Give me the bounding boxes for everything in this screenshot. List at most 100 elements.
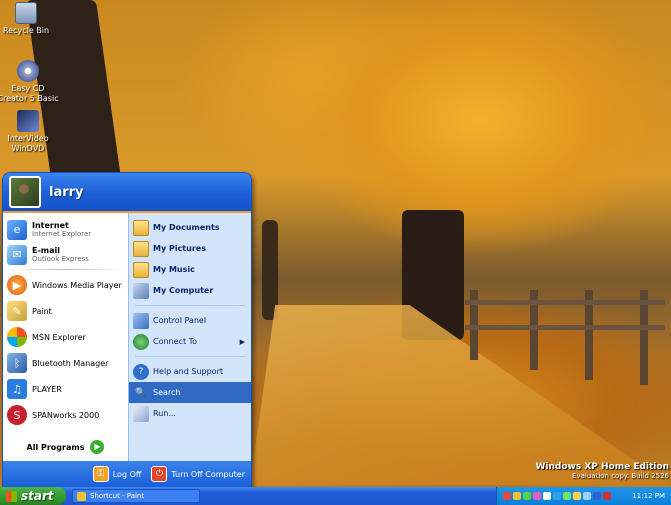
wallpaper-fence-rail xyxy=(465,325,665,330)
music-note-icon: ♫ xyxy=(7,379,27,399)
start-item-label: Paint xyxy=(32,306,52,316)
tray-app-icon[interactable] xyxy=(553,492,561,500)
start-item-player[interactable]: ♫ PLAYER xyxy=(3,376,128,402)
help-icon: ? xyxy=(133,363,149,380)
cd-icon xyxy=(17,60,39,82)
start-item-subtitle: Outlook Express xyxy=(32,255,89,263)
start-item-email[interactable]: ✉ E-mail Outlook Express xyxy=(3,242,128,267)
recycle-bin-icon xyxy=(15,2,37,24)
watermark-edition: Windows XP Home Edition xyxy=(535,462,669,472)
user-name: larry xyxy=(49,184,84,200)
start-button[interactable]: start xyxy=(0,487,66,505)
start-item-my-computer[interactable]: My Computer xyxy=(129,280,251,301)
desktop-icon-easy-cd-creator[interactable]: Easy CD Creator 5 Basic xyxy=(0,60,60,104)
all-programs-button[interactable]: All Programs ▶ xyxy=(3,433,128,461)
start-item-my-documents[interactable]: My Documents xyxy=(129,217,251,238)
spanworks-icon: S xyxy=(7,405,27,425)
watermark-build: Evaluation copy. Build 2526 xyxy=(572,472,669,480)
power-icon: ⏻ xyxy=(151,466,168,482)
start-item-title: Internet xyxy=(32,221,69,230)
start-item-label: Windows Media Player xyxy=(32,280,122,290)
paint-icon: ✎ xyxy=(7,301,27,321)
control-panel-icon xyxy=(133,312,149,329)
clock[interactable]: 11:12 PM xyxy=(632,492,665,500)
start-menu-left-pane: e Internet Internet Explorer ✉ E-mail Ou… xyxy=(3,213,128,461)
task-label: Shortcut - Paint xyxy=(90,492,145,500)
tray-app-icon[interactable] xyxy=(503,492,511,500)
start-item-control-panel[interactable]: Control Panel xyxy=(129,310,251,331)
tray-app-icon[interactable] xyxy=(563,492,571,500)
paint-icon xyxy=(77,491,86,501)
start-item-help-and-support[interactable]: ? Help and Support xyxy=(129,361,251,382)
start-item-windows-media-player[interactable]: ▶ Windows Media Player xyxy=(3,272,128,298)
start-item-label: My Computer xyxy=(153,286,214,295)
start-item-label: Help and Support xyxy=(153,367,223,376)
tray-app-icon[interactable] xyxy=(603,492,611,500)
start-item-label: Control Panel xyxy=(153,316,207,325)
outlook-express-icon: ✉ xyxy=(7,244,27,265)
desktop-icon-label: Recycle Bin xyxy=(2,26,50,35)
media-player-icon: ▶ xyxy=(7,275,27,295)
tray-app-icon[interactable] xyxy=(583,492,591,500)
wallpaper-fence-rail xyxy=(465,300,665,305)
folder-icon xyxy=(133,219,149,236)
start-item-label: Bluetooth Manager xyxy=(32,358,109,368)
taskbar-button-paint[interactable]: Shortcut - Paint xyxy=(72,489,200,503)
chevron-right-icon: ▶ xyxy=(239,337,245,346)
all-programs-label: All Programs xyxy=(26,442,85,452)
separator xyxy=(9,269,122,270)
folder-icon xyxy=(133,261,149,278)
desktop-icon-recycle-bin[interactable]: Recycle Bin xyxy=(0,2,58,36)
bluetooth-icon: ᛒ xyxy=(7,353,27,373)
start-item-connect-to[interactable]: Connect To ▶ xyxy=(129,331,251,352)
dvd-icon xyxy=(17,110,39,132)
start-item-subtitle: Internet Explorer xyxy=(32,230,92,238)
os-watermark: Windows XP Home Edition Evaluation copy.… xyxy=(535,462,669,480)
start-item-msn-explorer[interactable]: MSN Explorer xyxy=(3,324,128,350)
windows-logo-icon xyxy=(6,490,17,502)
start-item-label: My Documents xyxy=(153,223,220,232)
tray-app-icon[interactable] xyxy=(513,492,521,500)
tray-app-icon[interactable] xyxy=(523,492,531,500)
connect-icon xyxy=(133,333,149,350)
separator xyxy=(135,356,245,357)
separator xyxy=(135,305,245,306)
start-item-label: Search xyxy=(153,388,181,397)
start-item-run[interactable]: Run... xyxy=(129,403,251,424)
desktop-icon-label: InterVideo WinDVD xyxy=(7,134,49,153)
log-off-button[interactable]: ⚿ Log Off xyxy=(92,466,142,482)
log-off-label: Log Off xyxy=(112,469,142,479)
start-item-label: My Music xyxy=(153,265,195,274)
tray-app-icon[interactable] xyxy=(593,492,601,500)
tray-app-icon[interactable] xyxy=(533,492,541,500)
msn-icon xyxy=(7,327,27,347)
start-menu-right-pane: My Documents My Pictures My Music My Com… xyxy=(128,213,251,461)
desktop-icon-windvd[interactable]: InterVideo WinDVD xyxy=(0,110,60,154)
system-tray: 11:12 PM xyxy=(496,487,671,505)
start-item-title: E-mail xyxy=(32,246,61,255)
run-icon xyxy=(133,405,149,422)
start-menu: larry e Internet Internet Explorer ✉ E-m… xyxy=(2,172,252,488)
start-item-bluetooth-manager[interactable]: ᛒ Bluetooth Manager xyxy=(3,350,128,376)
start-item-internet[interactable]: e Internet Internet Explorer xyxy=(3,217,128,242)
start-item-label: MSN Explorer xyxy=(32,332,86,342)
start-menu-header: larry xyxy=(3,173,251,213)
internet-explorer-icon: e xyxy=(7,219,27,240)
start-item-my-music[interactable]: My Music xyxy=(129,259,251,280)
desktop-icon-label: Easy CD Creator 5 Basic xyxy=(0,84,59,103)
tray-app-icon[interactable] xyxy=(543,492,551,500)
start-item-search[interactable]: 🔍 Search xyxy=(129,382,251,403)
start-label: start xyxy=(21,489,54,503)
tray-app-icon[interactable] xyxy=(573,492,581,500)
computer-icon xyxy=(133,282,149,299)
taskbar: start Shortcut - Paint 11:12 PM xyxy=(0,487,671,505)
start-item-spanworks[interactable]: S SPANworks 2000 xyxy=(3,402,128,428)
start-item-my-pictures[interactable]: My Pictures xyxy=(129,238,251,259)
start-item-label: PLAYER xyxy=(32,384,62,394)
start-item-paint[interactable]: ✎ Paint xyxy=(3,298,128,324)
avatar[interactable] xyxy=(9,176,41,208)
arrow-right-icon: ▶ xyxy=(90,440,105,454)
start-item-label: Connect To xyxy=(153,337,198,346)
turn-off-label: Turn Off Computer xyxy=(171,469,245,479)
turn-off-button[interactable]: ⏻ Turn Off Computer xyxy=(151,466,245,482)
